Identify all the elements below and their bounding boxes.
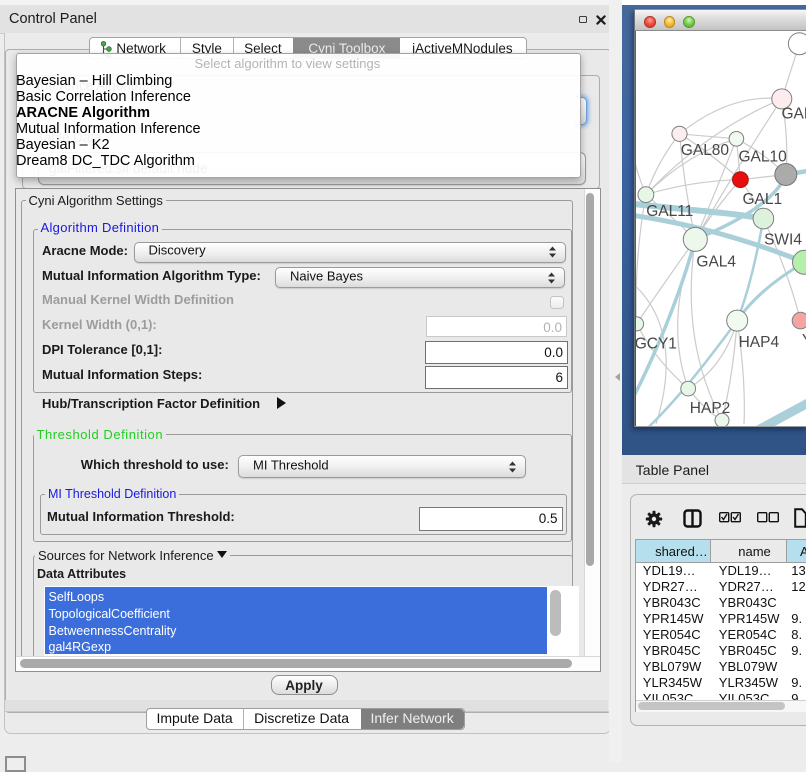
svg-text:GAL7: GAL7 bbox=[781, 106, 806, 123]
svg-text:GCY1: GCY1 bbox=[636, 336, 677, 353]
svg-text:GAL11: GAL11 bbox=[646, 203, 693, 220]
svg-text:YM: YM bbox=[801, 332, 806, 349]
svg-text:GAL80: GAL80 bbox=[680, 142, 729, 159]
svg-text:GAL4: GAL4 bbox=[696, 254, 736, 271]
svg-text:SWI4: SWI4 bbox=[764, 232, 802, 249]
svg-text:GAL1: GAL1 bbox=[742, 191, 782, 208]
svg-text:GAL10: GAL10 bbox=[738, 149, 787, 166]
svg-text:HAP2: HAP2 bbox=[689, 400, 730, 417]
svg-text:HAP4: HAP4 bbox=[738, 334, 779, 351]
